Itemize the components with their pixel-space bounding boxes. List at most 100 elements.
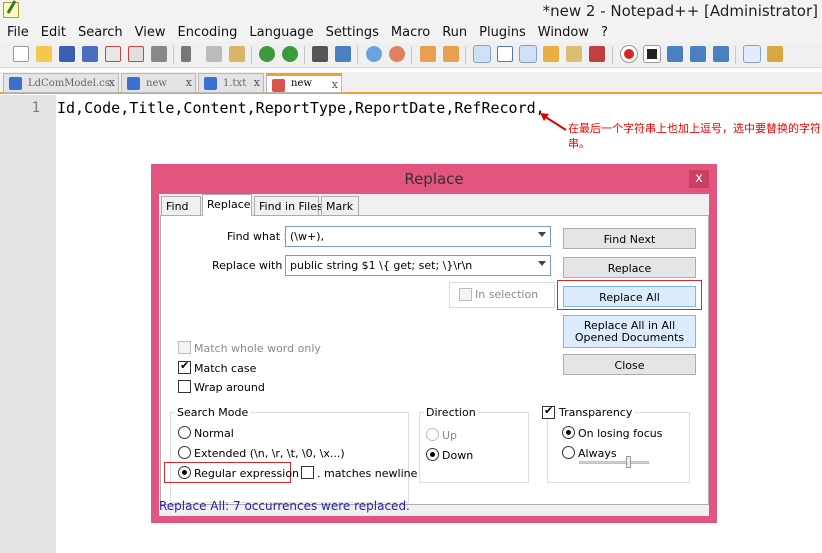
tab-replace[interactable]: Replace bbox=[202, 194, 252, 216]
paste-icon[interactable] bbox=[229, 46, 245, 62]
menu-view[interactable]: View bbox=[128, 22, 171, 40]
function-list-icon[interactable] bbox=[589, 46, 605, 62]
find-next-button[interactable]: Find Next bbox=[563, 228, 696, 249]
run-macro-multiple-icon[interactable] bbox=[690, 46, 706, 62]
matches-newline-checkbox[interactable] bbox=[301, 466, 314, 479]
new-file-icon[interactable] bbox=[13, 46, 29, 62]
show-all-chars-icon[interactable] bbox=[497, 46, 513, 62]
toolbar-divider bbox=[465, 46, 466, 64]
tab-new-1[interactable]: new x bbox=[121, 73, 196, 93]
copy-icon[interactable] bbox=[206, 46, 222, 62]
tab-close-button[interactable]: x bbox=[254, 76, 260, 89]
close-all-icon[interactable] bbox=[128, 46, 144, 62]
replace-dialog: Replace x Find Replace Find in Files Mar… bbox=[151, 164, 717, 523]
tab-label: new bbox=[146, 78, 167, 89]
on-losing-focus-radio[interactable] bbox=[562, 426, 575, 439]
tab-ldcommodel[interactable]: LdComModel.cs x bbox=[3, 73, 119, 93]
status-message: Replace All: 7 occurrences were replaced… bbox=[159, 499, 410, 513]
indent-guide-icon[interactable] bbox=[519, 45, 537, 63]
line-number-gutter: 1 bbox=[0, 95, 56, 553]
open-file-icon[interactable] bbox=[36, 46, 52, 62]
play-macro-icon[interactable] bbox=[667, 46, 683, 62]
find-what-label: Find what : bbox=[227, 230, 288, 243]
word-wrap-icon[interactable] bbox=[473, 45, 491, 63]
zoom-in-icon[interactable] bbox=[366, 46, 382, 62]
save-macro-icon[interactable] bbox=[713, 46, 729, 62]
editor-line-1[interactable]: Id,Code,Title,Content,ReportType,ReportD… bbox=[57, 99, 545, 117]
extended-radio[interactable] bbox=[178, 446, 191, 459]
menu-window[interactable]: Window bbox=[531, 22, 594, 40]
tab-find[interactable]: Find bbox=[161, 196, 201, 215]
wrap-around-checkbox[interactable] bbox=[178, 380, 191, 393]
save-all-icon[interactable] bbox=[82, 46, 98, 62]
annotation-arrow bbox=[540, 113, 567, 131]
tab-mark[interactable]: Mark bbox=[321, 196, 359, 215]
transparency-checkbox[interactable] bbox=[542, 404, 555, 419]
find-icon[interactable] bbox=[312, 46, 328, 62]
doc-map-icon[interactable] bbox=[566, 46, 582, 62]
replace-all-button[interactable]: Replace All bbox=[563, 286, 696, 307]
close-file-icon[interactable] bbox=[105, 46, 121, 62]
matches-newline-label: . matches newline bbox=[317, 467, 418, 480]
tab-1-txt[interactable]: 1.txt x bbox=[198, 73, 264, 93]
replace-all-opened-docs-button[interactable]: Replace All in All Opened Documents bbox=[563, 315, 696, 348]
menu-edit[interactable]: Edit bbox=[34, 22, 71, 40]
always-radio[interactable] bbox=[562, 446, 575, 459]
replace-with-input[interactable]: public string $1 \{ get; set; \}\r\n bbox=[285, 255, 551, 276]
redo-icon[interactable] bbox=[282, 46, 298, 62]
transparency-slider-thumb[interactable] bbox=[626, 456, 631, 468]
tab-new-2[interactable]: new x bbox=[266, 73, 342, 93]
menu-search[interactable]: Search bbox=[71, 22, 128, 40]
dialog-title: Replace bbox=[404, 170, 464, 188]
transparency-label: Transparency bbox=[557, 406, 635, 419]
cut-icon[interactable] bbox=[181, 46, 191, 62]
match-whole-word-checkbox[interactable] bbox=[178, 341, 191, 354]
folder-view-icon[interactable] bbox=[543, 46, 559, 62]
tab-find-in-files[interactable]: Find in Files bbox=[254, 196, 323, 215]
always-label: Always bbox=[578, 447, 617, 460]
tab-close-button[interactable]: x bbox=[186, 76, 192, 89]
match-case-checkbox[interactable] bbox=[178, 359, 191, 374]
saved-file-icon bbox=[9, 77, 22, 90]
sync-vertical-icon[interactable] bbox=[420, 46, 436, 62]
transparency-slider-track[interactable] bbox=[579, 461, 649, 464]
saved-file-icon bbox=[204, 77, 217, 90]
replace-icon[interactable] bbox=[335, 46, 351, 62]
spell-check-icon[interactable] bbox=[743, 45, 761, 63]
toolbar-divider bbox=[735, 46, 736, 64]
plugin-icon[interactable] bbox=[767, 46, 783, 62]
direction-up-radio[interactable] bbox=[426, 428, 439, 441]
menu-language[interactable]: Language bbox=[242, 22, 318, 40]
chevron-down-icon[interactable] bbox=[538, 232, 546, 237]
normal-radio[interactable] bbox=[178, 426, 191, 439]
replace-with-value: public string $1 \{ get; set; \}\r\n bbox=[290, 259, 473, 272]
record-macro-icon[interactable] bbox=[620, 45, 638, 63]
direction-down-radio[interactable] bbox=[426, 448, 439, 461]
tab-label: new bbox=[291, 78, 312, 89]
wrap-around-label: Wrap around bbox=[194, 381, 265, 394]
dialog-close-button[interactable]: x bbox=[689, 170, 709, 188]
menu-macro[interactable]: Macro bbox=[384, 22, 435, 40]
menu-plugins[interactable]: Plugins bbox=[472, 22, 531, 40]
save-icon[interactable] bbox=[59, 46, 75, 62]
tab-label: LdComModel.cs bbox=[28, 78, 110, 89]
tab-close-button[interactable]: x bbox=[109, 76, 115, 89]
close-button[interactable]: Close bbox=[563, 354, 696, 375]
sync-horizontal-icon[interactable] bbox=[443, 46, 459, 62]
in-selection-checkbox[interactable] bbox=[459, 288, 472, 301]
menu-encoding[interactable]: Encoding bbox=[170, 22, 242, 40]
chevron-down-icon[interactable] bbox=[538, 261, 546, 266]
menu-run[interactable]: Run bbox=[435, 22, 472, 40]
find-what-input[interactable]: (\w+), bbox=[285, 226, 551, 247]
menu-help[interactable]: ? bbox=[594, 22, 613, 40]
stop-macro-icon[interactable] bbox=[643, 45, 661, 63]
print-icon[interactable] bbox=[151, 46, 167, 62]
replace-button[interactable]: Replace bbox=[563, 257, 696, 278]
menu-file[interactable]: File bbox=[0, 22, 34, 40]
zoom-out-icon[interactable] bbox=[389, 46, 405, 62]
tab-close-button[interactable]: x bbox=[332, 78, 338, 91]
regex-radio[interactable] bbox=[178, 466, 191, 479]
undo-icon[interactable] bbox=[259, 46, 275, 62]
menu-settings[interactable]: Settings bbox=[319, 22, 384, 40]
notepad-app-icon[interactable] bbox=[3, 2, 19, 18]
